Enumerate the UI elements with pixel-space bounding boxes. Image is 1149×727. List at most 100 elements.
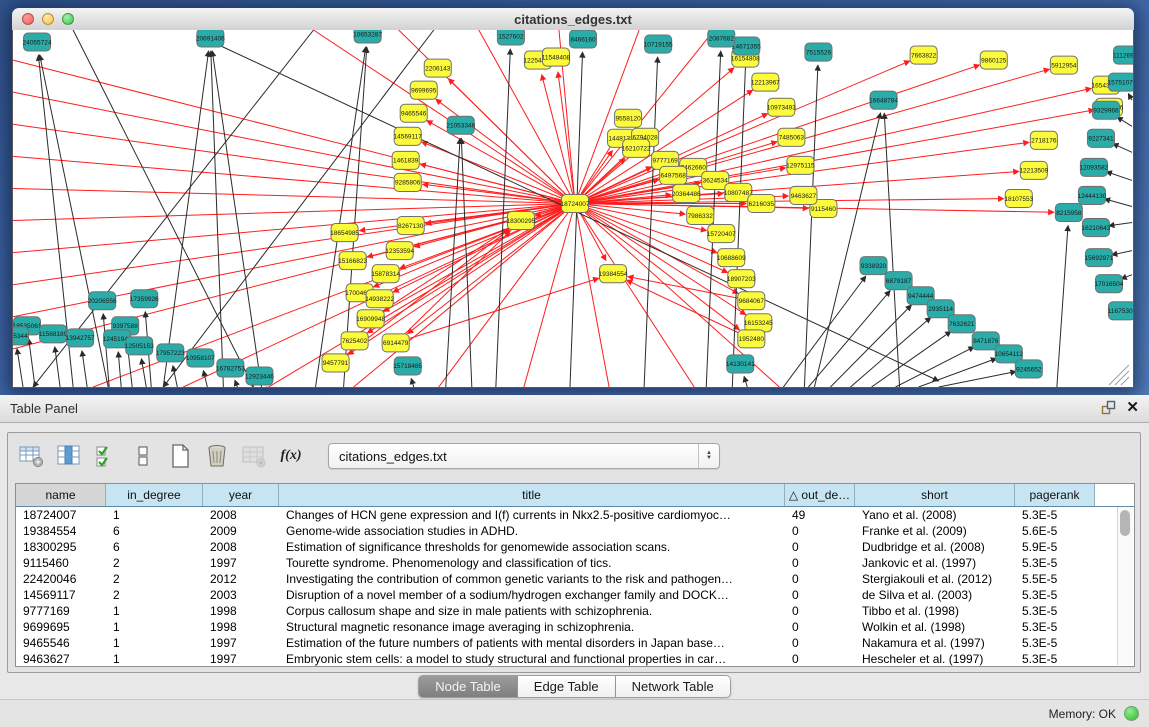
table-cell[interactable]: Changes of HCN gene expression and I(f) … xyxy=(279,507,785,523)
graph-node[interactable]: 6914479 xyxy=(382,334,409,352)
graph-node[interactable]: 1527602 xyxy=(497,30,524,45)
graph-node[interactable]: 7485063 xyxy=(778,128,805,146)
table-cell[interactable]: 5.9E-5 xyxy=(1015,539,1095,555)
graph-node[interactable]: 12923446 xyxy=(245,367,274,385)
graph-node[interactable]: 6216035 xyxy=(748,194,775,212)
select-columns-check-icon[interactable] xyxy=(92,442,120,470)
graph-node[interactable]: 8471876 xyxy=(972,332,999,350)
graph-node[interactable]: 9285806 xyxy=(394,173,421,191)
graph-node[interactable]: 20206556 xyxy=(88,292,117,310)
network-window-titlebar[interactable]: citations_edges.txt xyxy=(12,8,1134,31)
graph-node[interactable]: 14671355 xyxy=(732,37,761,55)
tab-edge-table[interactable]: Edge Table xyxy=(518,675,616,698)
column-header-title[interactable]: title xyxy=(279,484,785,506)
table-cell[interactable]: 0 xyxy=(785,523,855,539)
table-cell[interactable]: 0 xyxy=(785,635,855,651)
graph-node[interactable]: 3915344 xyxy=(13,327,29,345)
table-row[interactable]: 977716911998Corpus callosum shape and si… xyxy=(16,603,1134,619)
graph-node[interactable]: 15692971 xyxy=(1084,249,1113,267)
table-cell[interactable]: 0 xyxy=(785,619,855,635)
table-cell[interactable]: Structural magnetic resonance image aver… xyxy=(279,619,785,635)
graph-node[interactable]: 9245652 xyxy=(1015,360,1042,378)
table-cell[interactable]: 1997 xyxy=(203,651,279,667)
table-settings-icon[interactable] xyxy=(18,442,46,470)
column-header-in_degree[interactable]: in_degree xyxy=(106,484,203,506)
column-header-name[interactable]: name xyxy=(16,484,106,506)
scrollbar-thumb[interactable] xyxy=(1120,510,1130,536)
graph-node[interactable]: 10958107 xyxy=(186,349,215,367)
graph-node[interactable]: 18300295 xyxy=(506,212,535,230)
graph-node[interactable]: 17016504 xyxy=(1095,275,1124,293)
table-cell[interactable]: 9115460 xyxy=(16,555,106,571)
table-cell[interactable]: 5.3E-5 xyxy=(1015,603,1095,619)
graph-node[interactable]: 12353594 xyxy=(385,242,414,260)
table-cell[interactable]: Wolkin et al. (1998) xyxy=(855,619,1015,635)
graph-node[interactable]: 11126997 xyxy=(1113,46,1133,64)
table-cell[interactable]: 2012 xyxy=(203,571,279,587)
graph-node[interactable]: 18654985 xyxy=(330,224,359,242)
column-header-pagerank[interactable]: pagerank xyxy=(1015,484,1095,506)
graph-node[interactable]: 15720407 xyxy=(707,225,736,243)
graph-node[interactable]: 12444130 xyxy=(1077,186,1106,204)
graph-node[interactable]: 21053346 xyxy=(446,116,475,134)
table-cell[interactable]: 5.6E-5 xyxy=(1015,523,1095,539)
table-cell[interactable]: 5.3E-5 xyxy=(1015,619,1095,635)
graph-node[interactable]: 16210722 xyxy=(622,139,651,157)
tab-network-table[interactable]: Network Table xyxy=(616,675,731,698)
graph-node[interactable]: 1952480 xyxy=(738,330,765,348)
table-cell[interactable]: 1 xyxy=(106,635,203,651)
table-row[interactable]: 1456911722003Disruption of a novel membe… xyxy=(16,587,1134,603)
table-cell[interactable]: 0 xyxy=(785,555,855,571)
graph-node[interactable]: 9699695 xyxy=(410,81,437,99)
table-cell[interactable]: Stergiakouli et al. (2012) xyxy=(855,571,1015,587)
graph-node[interactable]: 20691406 xyxy=(196,30,225,47)
graph-node[interactable]: 16909948 xyxy=(356,310,385,328)
graph-node[interactable]: 9860125 xyxy=(980,51,1007,69)
graph-node[interactable]: 14938222 xyxy=(365,290,394,308)
table-cell[interactable]: 1 xyxy=(106,651,203,667)
close-panel-icon[interactable]: ✕ xyxy=(1126,401,1139,415)
graph-node[interactable]: 10688609 xyxy=(717,249,746,267)
graph-node[interactable]: 20364486 xyxy=(672,184,701,202)
table-cell[interactable]: 1 xyxy=(106,603,203,619)
float-panel-icon[interactable] xyxy=(1101,400,1116,415)
graph-node[interactable]: 12975115 xyxy=(786,156,815,174)
graph-node[interactable]: 12505153 xyxy=(125,337,154,355)
table-cell[interactable]: 5.3E-5 xyxy=(1015,555,1095,571)
table-cell[interactable]: 49 xyxy=(785,507,855,523)
table-cell[interactable]: 2003 xyxy=(203,587,279,603)
graph-node[interactable]: 16648784 xyxy=(869,91,898,109)
graph-node[interactable]: 10719155 xyxy=(644,35,673,53)
table-cell[interactable]: 1997 xyxy=(203,635,279,651)
table-cell[interactable]: Genome-wide association studies in ADHD. xyxy=(279,523,785,539)
table-cell[interactable]: Hescheler et al. (1997) xyxy=(855,651,1015,667)
graph-node[interactable]: 24055724 xyxy=(23,33,52,51)
table-cell[interactable]: Dudbridge et al. (2008) xyxy=(855,539,1015,555)
new-table-icon[interactable] xyxy=(166,442,194,470)
table-cell[interactable]: 2 xyxy=(106,587,203,603)
graph-node[interactable]: 9558120 xyxy=(615,109,642,127)
graph-node[interactable]: 19384554 xyxy=(599,265,628,283)
table-cell[interactable]: Yano et al. (2008) xyxy=(855,507,1015,523)
table-cell[interactable]: 5.5E-5 xyxy=(1015,571,1095,587)
graph-node[interactable]: 16153245 xyxy=(744,314,773,332)
vertical-scrollbar[interactable] xyxy=(1117,507,1133,665)
graph-node[interactable]: 12213967 xyxy=(751,73,780,91)
table-cell[interactable]: 1998 xyxy=(203,603,279,619)
table-row[interactable]: 1872400712008Changes of HCN gene express… xyxy=(16,507,1134,523)
table-cell[interactable]: 9777169 xyxy=(16,603,106,619)
table-row[interactable]: 911546021997Tourette syndrome. Phenomeno… xyxy=(16,555,1134,571)
tab-node-table[interactable]: Node Table xyxy=(418,675,518,698)
table-cell[interactable]: Embryonic stem cells: a model to study s… xyxy=(279,651,785,667)
table-cell[interactable]: de Silva et al. (2003) xyxy=(855,587,1015,603)
table-cell[interactable]: 2008 xyxy=(203,507,279,523)
function-builder-icon[interactable]: f(x) xyxy=(277,442,305,470)
graph-node[interactable]: 6497568 xyxy=(660,166,687,184)
table-row[interactable]: 1938455462009Genome-wide association stu… xyxy=(16,523,1134,539)
citation-network-graph[interactable]: 1872400712254493115484082206143969969594… xyxy=(13,30,1133,387)
graph-node[interactable]: 15718485 xyxy=(393,357,422,375)
table-cell[interactable]: 5.3E-5 xyxy=(1015,507,1095,523)
table-cell[interactable]: 1 xyxy=(106,507,203,523)
graph-node[interactable]: 8267130 xyxy=(397,217,424,235)
table-cell[interactable]: Investigating the contribution of common… xyxy=(279,571,785,587)
